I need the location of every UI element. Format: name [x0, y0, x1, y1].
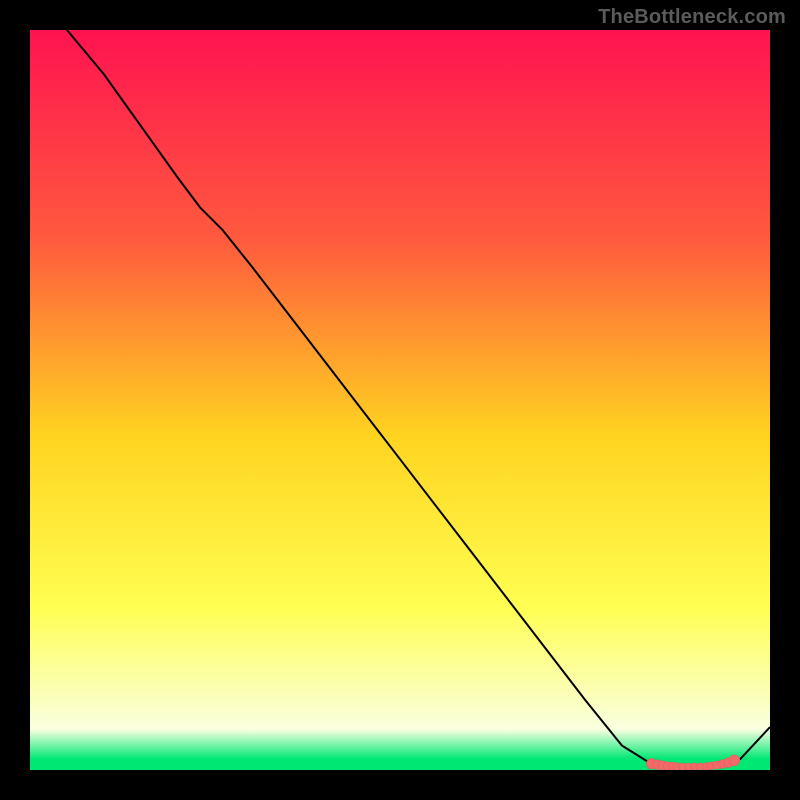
- highlight-marker: [729, 755, 740, 766]
- watermark-text: TheBottleneck.com: [598, 6, 786, 29]
- chart-stage: TheBottleneck.com: [0, 0, 800, 800]
- gradient-background: [30, 30, 770, 770]
- chart-svg: [30, 30, 770, 770]
- plot-area: [30, 30, 770, 770]
